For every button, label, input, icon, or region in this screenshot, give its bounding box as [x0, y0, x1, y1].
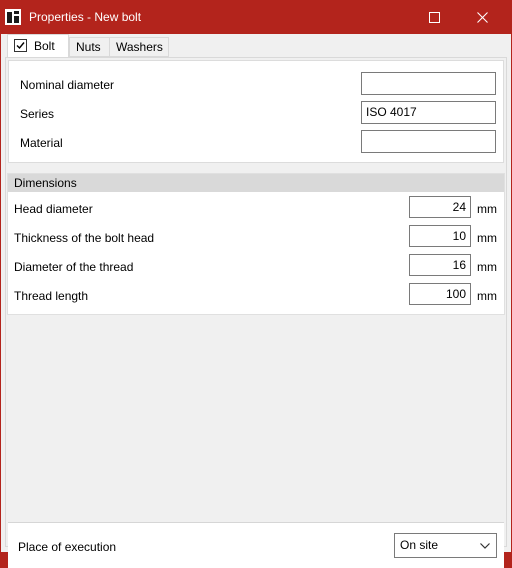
place-of-execution-select[interactable]: On site	[394, 533, 497, 558]
maximize-button[interactable]	[412, 0, 458, 34]
tab-washers[interactable]: Washers	[109, 37, 169, 57]
tab-bolt[interactable]: Bolt	[7, 34, 69, 58]
head-thickness-label: Thickness of the bolt head	[14, 231, 155, 245]
chevron-down-icon	[480, 543, 490, 549]
thread-diameter-unit: mm	[477, 260, 497, 274]
window-title: Properties - New bolt	[29, 10, 142, 24]
thread-diameter-label: Diameter of the thread	[14, 260, 134, 274]
head-thickness-unit: mm	[477, 231, 497, 245]
place-of-execution-value: On site	[400, 538, 439, 552]
close-button[interactable]	[460, 0, 506, 34]
thread-length-unit: mm	[477, 289, 497, 303]
app-icon	[5, 9, 21, 25]
footer-panel: Place of execution On site	[8, 522, 504, 568]
close-icon	[477, 12, 488, 23]
maximize-icon	[429, 12, 440, 23]
general-panel: Nominal diameter Series ISO 4017 Materia…	[8, 60, 504, 163]
nominal-diameter-label: Nominal diameter	[20, 78, 115, 92]
series-label: Series	[20, 107, 55, 121]
title-bar[interactable]: Properties - New bolt	[0, 0, 512, 34]
tab-washers-label: Washers	[116, 40, 163, 54]
nominal-diameter-field[interactable]	[361, 72, 496, 95]
head-diameter-unit: mm	[477, 202, 497, 216]
tab-nuts-label: Nuts	[76, 40, 101, 54]
tab-strip: Nuts Washers Bolt	[1, 34, 511, 58]
thread-length-field[interactable]: 100	[409, 283, 471, 305]
tab-bolt-label: Bolt	[34, 39, 55, 53]
dimensions-header: Dimensions	[8, 174, 504, 192]
tab-page-bolt: Nominal diameter Series ISO 4017 Materia…	[5, 57, 507, 568]
head-diameter-field[interactable]: 24	[409, 196, 471, 218]
thread-length-label: Thread length	[14, 289, 89, 303]
place-of-execution-label: Place of execution	[18, 540, 117, 554]
bolt-checkbox[interactable]	[14, 39, 27, 52]
head-thickness-field[interactable]: 10	[409, 225, 471, 247]
material-label: Material	[20, 136, 63, 150]
tab-nuts[interactable]: Nuts	[69, 37, 110, 57]
series-field[interactable]: ISO 4017	[361, 101, 496, 124]
material-field[interactable]	[361, 130, 496, 153]
dimensions-section: Dimensions Head diameter 24 mm Thickness…	[7, 173, 505, 315]
head-diameter-label: Head diameter	[14, 202, 93, 216]
thread-diameter-field[interactable]: 16	[409, 254, 471, 276]
checkmark-icon	[16, 42, 25, 50]
properties-window: Properties - New bolt Nuts Washers Bolt …	[0, 0, 512, 568]
client-area: Nuts Washers Bolt Nominal diameter Serie…	[1, 34, 511, 568]
